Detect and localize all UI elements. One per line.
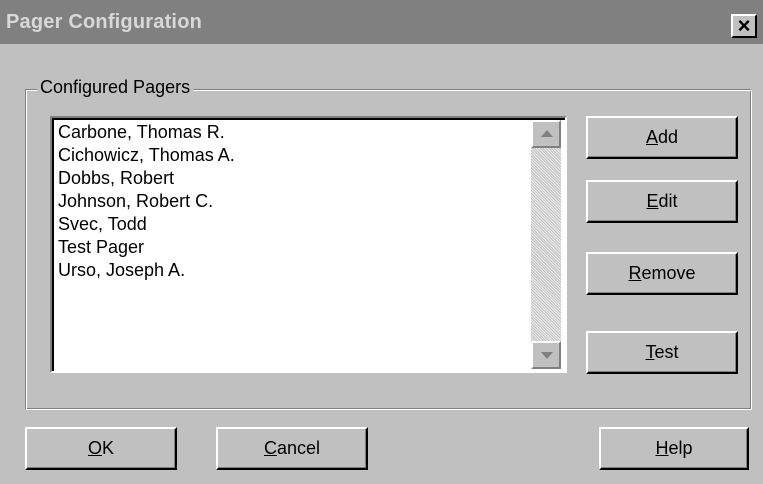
- window-title: Pager Configuration: [6, 11, 203, 33]
- help-button-label: Help: [655, 438, 693, 458]
- close-button[interactable]: ×: [731, 13, 757, 38]
- cancel-button[interactable]: Cancel: [216, 427, 368, 470]
- edit-button-label: Edit: [646, 191, 678, 211]
- vertical-scrollbar[interactable]: [531, 120, 561, 369]
- remove-button[interactable]: Remove: [586, 252, 738, 295]
- list-item[interactable]: Test Pager: [58, 236, 235, 259]
- list-item[interactable]: Svec, Todd: [58, 213, 235, 236]
- add-button-label: Add: [645, 127, 679, 147]
- pager-configuration-dialog: Pager Configuration × Configured Pagers …: [0, 0, 763, 484]
- list-item[interactable]: Johnson, Robert C.: [58, 190, 235, 213]
- pager-list: Carbone, Thomas R. Cichowicz, Thomas A. …: [58, 121, 235, 282]
- edit-button[interactable]: Edit: [586, 180, 738, 223]
- remove-button-label: Remove: [628, 263, 696, 283]
- list-item[interactable]: Carbone, Thomas R.: [58, 121, 235, 144]
- close-icon: ×: [737, 13, 751, 38]
- cancel-button-label: Cancel: [263, 438, 321, 458]
- scroll-up-button[interactable]: [531, 120, 561, 148]
- list-item[interactable]: Urso, Joseph A.: [58, 259, 235, 282]
- pager-listbox[interactable]: Carbone, Thomas R. Cichowicz, Thomas A. …: [50, 116, 567, 373]
- test-button-label: Test: [645, 342, 679, 362]
- scroll-down-arrow-icon: [541, 352, 553, 359]
- ok-button-label: OK: [87, 438, 115, 458]
- ok-button[interactable]: OK: [25, 427, 177, 470]
- help-button[interactable]: Help: [599, 427, 749, 470]
- group-label: Configured Pagers: [37, 77, 194, 98]
- test-button[interactable]: Test: [586, 331, 738, 374]
- scroll-up-arrow-icon: [541, 130, 553, 137]
- title-bar[interactable]: Pager Configuration ×: [0, 0, 763, 44]
- add-button[interactable]: Add: [586, 116, 738, 159]
- scroll-down-button[interactable]: [531, 341, 561, 369]
- list-item[interactable]: Dobbs, Robert: [58, 167, 235, 190]
- list-item[interactable]: Cichowicz, Thomas A.: [58, 144, 235, 167]
